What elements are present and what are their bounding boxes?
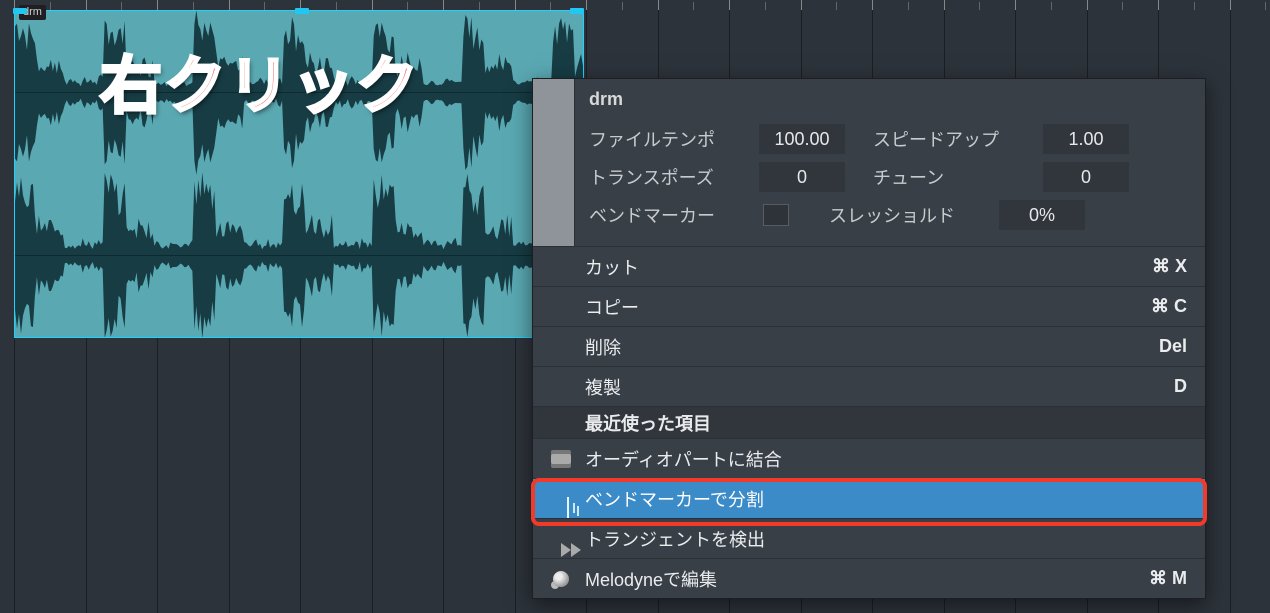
menu-item-label: 削除 (585, 334, 621, 360)
menu-item-shortcut: D (1174, 376, 1187, 397)
menu-item-shortcut: ⌘ C (1151, 296, 1187, 317)
context-menu-title: drm (589, 89, 1191, 110)
menu-item-label: Melodyneで編集 (585, 566, 717, 592)
tune-field[interactable]: 0 (1043, 162, 1129, 192)
context-menu[interactable]: drm ファイルテンポ 100.00 スピードアップ 1.00 トランスポーズ … (532, 78, 1206, 599)
threshold-field[interactable]: 0% (999, 200, 1085, 230)
file-tempo-label: ファイルテンポ (589, 126, 759, 152)
melodyne-icon (547, 567, 575, 591)
menu-item-shortcut: Del (1159, 336, 1187, 357)
transient-icon (547, 527, 575, 551)
menu-item-cut[interactable]: カット ⌘ X (533, 246, 1205, 286)
menu-item-label: コピー (585, 294, 639, 320)
menu-item-merge-audio-part[interactable]: オーディオパートに結合 (533, 438, 1205, 478)
bendmarker-label: ベンドマーカー (589, 202, 759, 228)
annotation-right-click: 右クリック (100, 35, 420, 125)
tune-label: チューン (873, 164, 1043, 190)
menu-item-edit-with-melodyne[interactable]: Melodyneで編集 ⌘ M (533, 558, 1205, 598)
menu-item-label: トランジェントを検出 (585, 526, 765, 552)
menu-item-delete[interactable]: 削除 Del (533, 326, 1205, 366)
menu-item-label: ベンドマーカーで分割 (585, 486, 764, 512)
speedup-label: スピードアップ (873, 126, 1043, 152)
transpose-label: トランスポーズ (589, 164, 759, 190)
menu-subheader-label: 最近使った項目 (585, 410, 711, 436)
menu-subheader-recent: 最近使った項目 (533, 406, 1205, 438)
menu-item-label: オーディオパートに結合 (585, 446, 782, 472)
merge-audio-icon (547, 447, 575, 471)
menu-item-duplicate[interactable]: 複製 D (533, 366, 1205, 406)
menu-item-label: カット (585, 254, 639, 280)
menu-item-split-at-bend-markers[interactable]: ベンドマーカーで分割 (533, 478, 1205, 518)
clip-color-swatch[interactable] (533, 79, 575, 246)
threshold-label: スレッショルド (829, 202, 999, 228)
menu-item-detect-transients[interactable]: トランジェントを検出 (533, 518, 1205, 558)
transpose-field[interactable]: 0 (759, 162, 845, 192)
context-menu-items: カット ⌘ X コピー ⌘ C 削除 Del 複製 D 最近使った項目 オーディ… (533, 246, 1205, 598)
menu-item-label: 複製 (585, 374, 621, 400)
timeline-area[interactable]: drm 右クリック drm ファイルテンポ 100.00 スピードアップ 1.0… (0, 0, 1270, 613)
menu-item-shortcut: ⌘ M (1149, 568, 1187, 589)
bendmarker-checkbox[interactable] (763, 204, 789, 226)
context-menu-info-section: drm ファイルテンポ 100.00 スピードアップ 1.00 トランスポーズ … (533, 79, 1205, 246)
split-bend-icon (547, 487, 575, 511)
file-tempo-field[interactable]: 100.00 (759, 124, 845, 154)
menu-item-shortcut: ⌘ X (1152, 256, 1187, 277)
speedup-field[interactable]: 1.00 (1043, 124, 1129, 154)
menu-item-copy[interactable]: コピー ⌘ C (533, 286, 1205, 326)
